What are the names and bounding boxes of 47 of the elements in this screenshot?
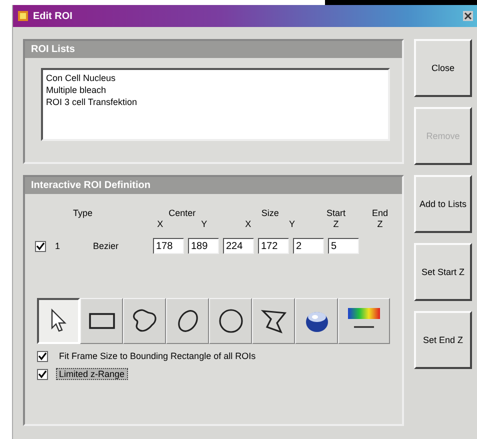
column-subheader: X <box>157 219 164 230</box>
checkbox[interactable] <box>37 368 48 380</box>
dialog-button[interactable]: Set End Z <box>414 311 472 369</box>
list-item[interactable]: Con Cell Nucleus <box>46 72 385 84</box>
checkbox[interactable] <box>35 240 46 252</box>
column-header: Type <box>73 208 93 219</box>
checkbox-label[interactable]: Limited z-Range <box>56 368 128 380</box>
checkbox[interactable] <box>37 350 48 362</box>
panel-title: ROI Lists <box>25 41 402 58</box>
close-icon[interactable] <box>463 11 473 21</box>
value-field[interactable]: 5 <box>328 238 359 254</box>
value-field[interactable]: 2 <box>293 238 324 254</box>
row-number: 1 <box>55 241 62 251</box>
column-subheader: Y <box>201 219 208 230</box>
polygon-tool-button[interactable] <box>252 298 295 344</box>
circle-tool-button[interactable] <box>209 298 252 344</box>
column-subheader: Z <box>377 219 383 230</box>
column-subheader: Z <box>333 219 339 230</box>
panel-title: Interactive ROI Definition <box>25 177 402 194</box>
roi-list[interactable]: Con Cell Nucleus Multiple bleach ROI 3 cell Transfektion <box>41 68 390 141</box>
palette-tool-button[interactable] <box>338 298 390 344</box>
column-header: Start <box>326 208 346 219</box>
rectangle-icon <box>86 311 116 331</box>
dialog-button[interactable]: Add to Lists <box>414 175 472 233</box>
column-header: End <box>372 208 388 219</box>
bleach-tool-button[interactable] <box>295 298 338 344</box>
app-icon <box>17 10 29 22</box>
value-field[interactable]: 178 <box>153 238 184 254</box>
roi-type: Bezier <box>93 241 120 251</box>
column-header: Size <box>261 208 279 219</box>
list-item[interactable]: ROI 3 cell Transfektion <box>46 96 385 108</box>
checkbox-label[interactable]: Fit Frame Size to Bounding Rectangle of all ROIs <box>56 350 259 362</box>
value-field[interactable]: 189 <box>188 238 219 254</box>
ellipse-tool-button[interactable] <box>166 298 209 344</box>
pointer-tool-button[interactable] <box>37 298 80 344</box>
value-field[interactable]: 172 <box>258 238 289 254</box>
window-title: Edit ROI <box>33 10 74 22</box>
dialog-button[interactable]: Set Start Z <box>414 243 472 301</box>
column-header: Center <box>168 208 196 219</box>
list-item[interactable]: Multiple bleach <box>46 84 385 96</box>
column-subheader: Y <box>289 219 296 230</box>
polygon-icon <box>258 307 288 335</box>
column-subheader: X <box>245 219 252 230</box>
freehand-tool-button[interactable] <box>123 298 166 344</box>
dialog-button[interactable]: Close <box>414 39 472 97</box>
rectangle-tool-button[interactable] <box>80 298 123 344</box>
value-field[interactable]: 224 <box>223 238 254 254</box>
